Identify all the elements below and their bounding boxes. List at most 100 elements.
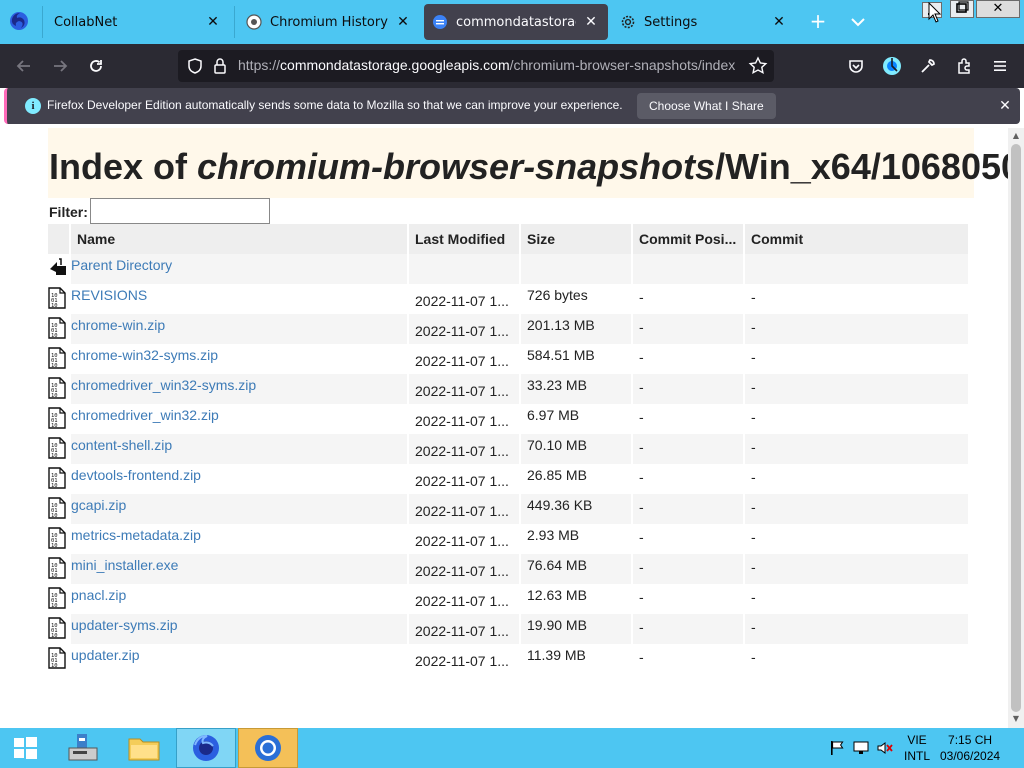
file-link[interactable]: metrics-metadata.zip xyxy=(71,527,201,543)
url-text[interactable]: https://commondatastorage.googleapis.com… xyxy=(238,57,738,73)
file-link[interactable]: devtools-frontend.zip xyxy=(71,467,201,483)
name-cell: metrics-metadata.zip xyxy=(70,524,409,554)
account-button[interactable] xyxy=(878,52,906,80)
forward-button[interactable] xyxy=(46,52,74,80)
binary-file-icon: 100110 xyxy=(48,316,66,339)
binary-file-icon: 100110 xyxy=(48,556,66,579)
page-favicon-icon xyxy=(433,15,447,29)
start-button[interactable] xyxy=(0,728,50,768)
tab-settings[interactable]: Settings ✕ xyxy=(612,4,796,40)
modified-cell: 2022-11-07 1... xyxy=(408,284,521,314)
binary-file-icon: 100110 xyxy=(48,286,66,309)
file-explorer-taskbar-button[interactable] xyxy=(114,728,174,768)
commit-cell xyxy=(744,254,970,284)
app-menu-button[interactable] xyxy=(986,52,1014,80)
back-folder-icon xyxy=(50,257,66,275)
commit-position-cell xyxy=(632,254,745,284)
scroll-up-arrow-icon[interactable]: ▲ xyxy=(1011,131,1021,141)
tracking-protection-shield-icon[interactable] xyxy=(186,57,204,75)
bookmark-star-icon[interactable] xyxy=(748,56,768,76)
column-header-commit-position[interactable]: Commit Posi... xyxy=(632,224,745,254)
system-clock[interactable]: 7:15 CH 03/06/2024 xyxy=(940,732,1000,764)
server-manager-taskbar-button[interactable] xyxy=(52,728,112,768)
svg-text:10: 10 xyxy=(51,333,58,339)
tab-close-icon[interactable]: ✕ xyxy=(770,13,788,31)
file-link[interactable]: content-shell.zip xyxy=(71,437,172,453)
file-link[interactable]: updater-syms.zip xyxy=(71,617,178,633)
commit-position-cell: - xyxy=(632,614,745,644)
tab-close-icon[interactable]: ✕ xyxy=(394,13,412,31)
navigation-toolbar: https://commondatastorage.googleapis.com… xyxy=(0,44,1024,88)
binary-file-icon: 100110 xyxy=(48,616,66,639)
notification-close-button[interactable]: ✕ xyxy=(995,96,1015,116)
parent-directory-link[interactable]: Parent Directory xyxy=(71,257,172,273)
address-bar[interactable]: https://commondatastorage.googleapis.com… xyxy=(178,50,774,82)
column-header-last-modified[interactable]: Last Modified xyxy=(408,224,521,254)
icon-cell: 10 01 10 xyxy=(48,554,71,584)
extensions-button[interactable] xyxy=(950,52,978,80)
file-link[interactable]: updater.zip xyxy=(71,647,140,663)
modified-cell: 2022-11-07 1... xyxy=(408,464,521,494)
reload-button[interactable] xyxy=(82,52,110,80)
size-cell: 12.63 MB xyxy=(520,584,633,614)
tab-close-icon[interactable]: ✕ xyxy=(582,13,600,31)
commit-cell: - xyxy=(744,284,970,314)
tab-collabnet[interactable]: CollabNet ✕ xyxy=(46,4,230,40)
vertical-scrollbar[interactable]: ▲ ▼ xyxy=(1008,128,1024,728)
modified-cell xyxy=(408,254,521,284)
column-header-commit[interactable]: Commit xyxy=(744,224,970,254)
column-header-size[interactable]: Size xyxy=(520,224,633,254)
file-link[interactable]: gcapi.zip xyxy=(71,497,126,513)
choose-what-i-share-button[interactable]: Choose What I Share xyxy=(637,93,776,119)
back-button[interactable] xyxy=(10,52,38,80)
table-header-row: Name Last Modified Size Commit Posi... C… xyxy=(48,224,970,254)
table-row: 10 01 10 chrome-win.zip 2022-11-07 1... 201.1… xyxy=(48,314,970,344)
file-link[interactable]: chromedriver_win32-syms.zip xyxy=(71,377,256,393)
table-row: 10 01 10 metrics-metadata.zip 2022-11-07 1..… xyxy=(48,524,970,554)
name-cell: updater.zip xyxy=(70,644,409,674)
keyboard-layout: INTL xyxy=(904,749,931,763)
file-link[interactable]: chrome-win32-syms.zip xyxy=(71,347,218,363)
size-cell: 33.23 MB xyxy=(520,374,633,404)
commit-position-cell: - xyxy=(632,314,745,344)
list-all-tabs-icon[interactable] xyxy=(846,10,870,34)
chromium-taskbar-button[interactable] xyxy=(238,728,298,768)
tab-close-icon[interactable]: ✕ xyxy=(204,13,222,31)
new-tab-button[interactable]: + xyxy=(806,10,830,34)
file-link[interactable]: pnacl.zip xyxy=(71,587,126,603)
scroll-down-arrow-icon[interactable]: ▼ xyxy=(1011,714,1021,724)
pocket-icon xyxy=(849,60,863,73)
volume-muted-icon[interactable] xyxy=(876,740,894,756)
maximize-button[interactable] xyxy=(950,0,974,18)
developer-tools-button[interactable] xyxy=(914,52,942,80)
icon-cell: 10 01 10 xyxy=(48,494,71,524)
file-link[interactable]: chromedriver_win32.zip xyxy=(71,407,219,423)
pocket-button[interactable] xyxy=(842,52,870,80)
firefox-menu-icon[interactable] xyxy=(8,10,30,32)
network-icon[interactable] xyxy=(852,740,870,756)
hamburger-menu-icon xyxy=(994,61,1006,71)
commit-position-cell: - xyxy=(632,464,745,494)
file-link[interactable]: chrome-win.zip xyxy=(71,317,165,333)
commit-cell: - xyxy=(744,644,970,674)
url-scheme: https:// xyxy=(238,57,281,73)
restore-icon xyxy=(956,1,969,13)
tab-commondatastorage[interactable]: commondatastorage.goo ✕ xyxy=(424,4,608,40)
tab-chromium-history[interactable]: Chromium History Versi ✕ xyxy=(238,4,420,40)
window-close-button[interactable]: ✕ xyxy=(976,0,1020,18)
column-header-name[interactable]: Name xyxy=(70,224,409,254)
firefox-taskbar-button[interactable] xyxy=(176,728,236,768)
lock-icon[interactable] xyxy=(212,57,228,75)
file-link[interactable]: mini_installer.exe xyxy=(71,557,178,573)
file-link[interactable]: REVISIONS xyxy=(71,287,147,303)
size-cell: 2.93 MB xyxy=(520,524,633,554)
input-language-indicator[interactable]: VIE INTL xyxy=(904,732,930,764)
scrollbar-thumb[interactable] xyxy=(1011,144,1021,712)
tab-separator xyxy=(42,6,43,38)
filter-input[interactable] xyxy=(90,198,270,224)
table-row: 10 01 10 devtools-frontend.zip 2022-11-07 1.… xyxy=(48,464,970,494)
commit-position-cell: - xyxy=(632,554,745,584)
info-icon: i xyxy=(25,98,41,114)
action-center-flag-icon[interactable] xyxy=(828,740,846,756)
icon-cell xyxy=(48,254,71,284)
